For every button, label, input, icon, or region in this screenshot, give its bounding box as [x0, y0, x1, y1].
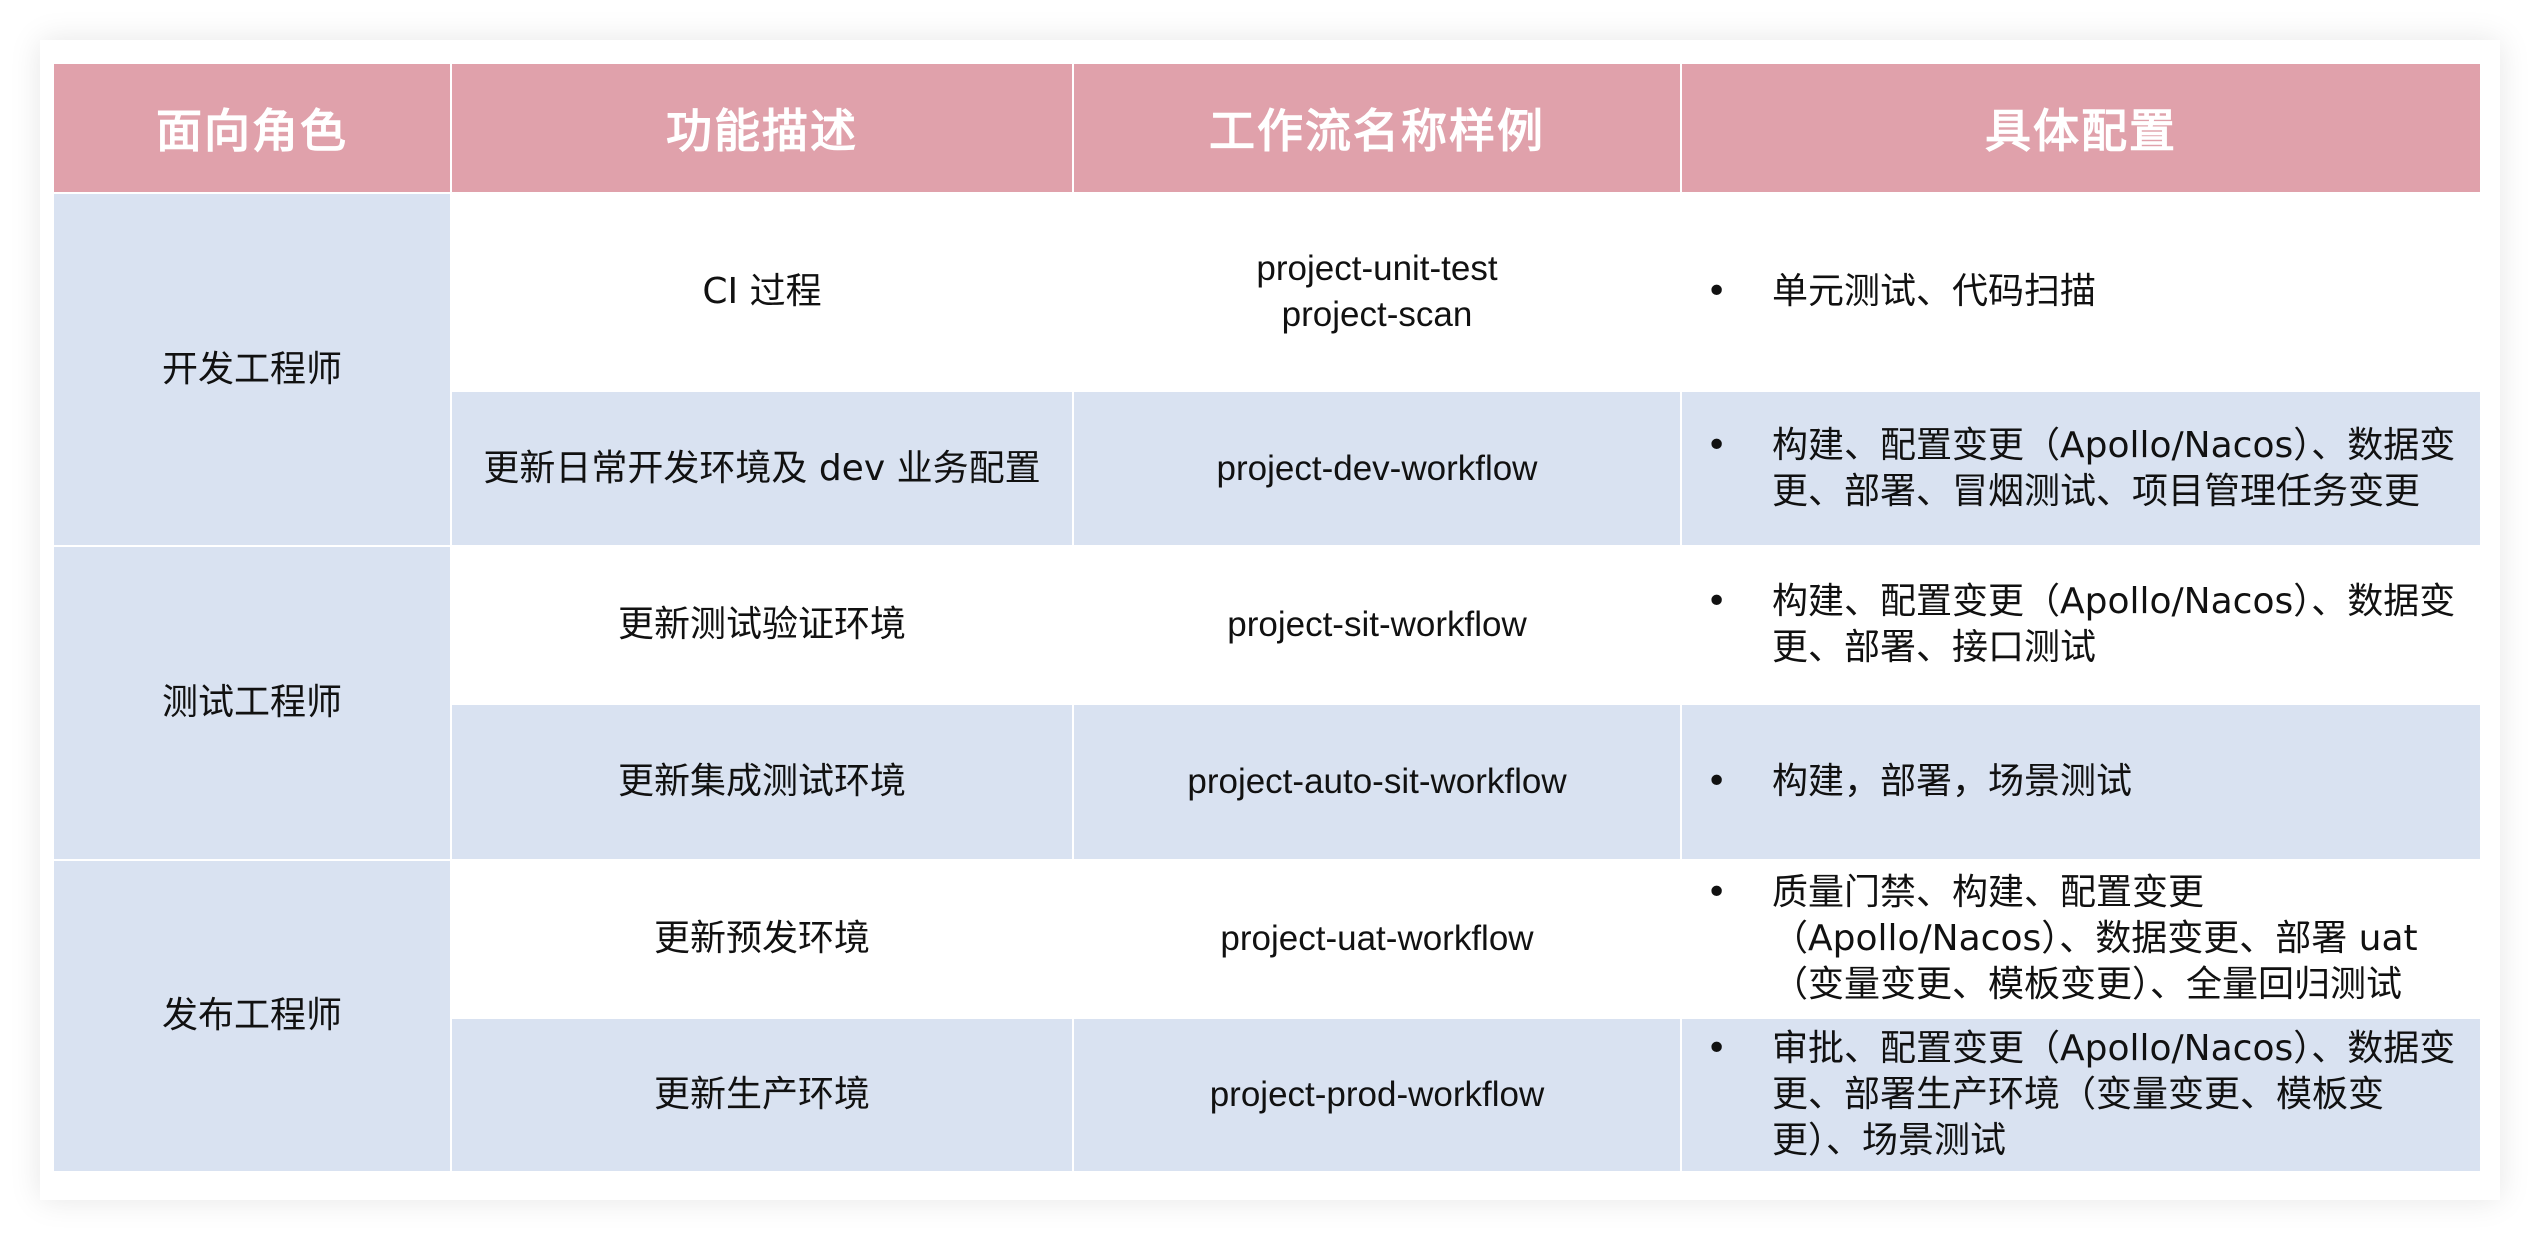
workflow-name: project-scan — [1281, 295, 1473, 334]
workflow-cell: project-unit-test project-scan — [1072, 192, 1682, 392]
role-cell: 测试工程师 — [52, 545, 452, 861]
function-cell: 更新测试验证环境 — [450, 545, 1074, 705]
config-text: 构建、配置变更（Apollo/Nacos）、数据变更、部署、接口测试 — [1772, 581, 2456, 668]
workflow-name: project-auto-sit-workflow — [1187, 762, 1567, 801]
table-row: 开发工程师 CI 过程 project-unit-test project-sc… — [52, 192, 2482, 547]
config-cell: • 构建、配置变更（Apollo/Nacos）、数据变更、部署、冒烟测试、项目管… — [1680, 390, 2482, 547]
role-cell: 开发工程师 — [52, 192, 452, 547]
workflow-cell: project-uat-workflow — [1072, 859, 1682, 1019]
workflow-name: project-uat-workflow — [1220, 919, 1534, 958]
table-row: 测试工程师 更新测试验证环境 project-sit-workflow • 构建… — [52, 545, 2482, 861]
function-cell: 更新集成测试环境 — [450, 703, 1074, 861]
bullet-icon: • — [1706, 581, 1728, 622]
config-text: 单元测试、代码扫描 — [1772, 271, 2097, 312]
workflow-cell: project-prod-workflow — [1072, 1017, 1682, 1173]
header-function: 功能描述 — [450, 62, 1074, 194]
bullet-icon: • — [1706, 761, 1728, 802]
config-cell: • 构建、配置变更（Apollo/Nacos）、数据变更、部署、接口测试 — [1680, 545, 2482, 705]
config-text: 构建、配置变更（Apollo/Nacos）、数据变更、部署、冒烟测试、项目管理任… — [1772, 424, 2456, 512]
role-cell: 发布工程师 — [52, 859, 452, 1173]
bullet-icon: • — [1706, 424, 1728, 466]
workflow-cell: project-auto-sit-workflow — [1072, 703, 1682, 861]
bullet-icon: • — [1706, 271, 1728, 312]
header-row: 面向角色 功能描述 工作流名称样例 具体配置 — [52, 62, 2482, 194]
function-cell: CI 过程 — [450, 192, 1074, 392]
workflow-cell: project-sit-workflow — [1072, 545, 1682, 705]
function-cell: 更新预发环境 — [450, 859, 1074, 1019]
function-cell: 更新日常开发环境及 dev 业务配置 — [450, 390, 1074, 547]
bullet-icon: • — [1706, 1028, 1728, 1069]
workflow-name: project-prod-workflow — [1209, 1075, 1545, 1114]
workflow-name: project-dev-workflow — [1216, 448, 1538, 488]
workflow-name: project-sit-workflow — [1227, 605, 1527, 644]
header-config: 具体配置 — [1680, 62, 2482, 194]
table-row: 发布工程师 更新预发环境 project-uat-workflow • 质量门禁… — [52, 859, 2482, 1173]
config-cell: • 单元测试、代码扫描 — [1680, 192, 2482, 392]
config-cell: • 质量门禁、构建、配置变更（Apollo/Nacos）、数据变更、部署 uat… — [1680, 859, 2482, 1019]
header-workflow-name: 工作流名称样例 — [1072, 62, 1682, 194]
function-cell: 更新生产环境 — [450, 1017, 1074, 1173]
bullet-icon: • — [1706, 872, 1728, 913]
workflow-cell: project-dev-workflow — [1072, 390, 1682, 547]
config-cell: • 构建，部署，场景测试 — [1680, 703, 2482, 861]
header-role: 面向角色 — [52, 62, 452, 194]
config-cell: • 审批、配置变更（Apollo/Nacos）、数据变更、部署生产环境（变量变更… — [1680, 1017, 2482, 1173]
config-text: 构建，部署，场景测试 — [1772, 761, 2133, 802]
workflow-table: 面向角色 功能描述 工作流名称样例 具体配置 开发工程师 CI 过程 proje… — [52, 62, 2482, 1173]
workflow-name: project-unit-test — [1256, 249, 1498, 288]
config-text: 审批、配置变更（Apollo/Nacos）、数据变更、部署生产环境（变量变更、模… — [1772, 1028, 2456, 1161]
config-text: 质量门禁、构建、配置变更（Apollo/Nacos）、数据变更、部署 uat（变… — [1772, 872, 2418, 1005]
